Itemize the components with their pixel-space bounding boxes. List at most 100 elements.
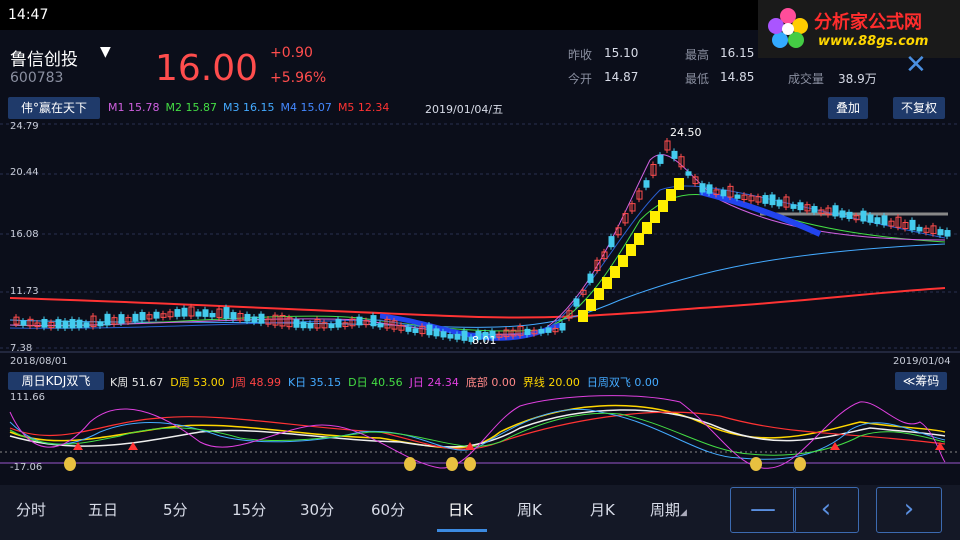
candle-body: [433, 328, 440, 337]
prev-button[interactable]: ‹: [793, 487, 859, 533]
tab-4[interactable]: 30分: [300, 499, 334, 520]
candle-body: [762, 195, 769, 204]
kdj-values-bar: 周日KDJ双飞 K周 51.67 D周 53.00 J周 48.99 K日 35.15…: [0, 372, 960, 390]
candle-body: [202, 309, 209, 317]
ma-value-m2: M2 15.87: [165, 101, 217, 114]
tab-3[interactable]: 15分: [232, 499, 266, 520]
dropdown-triangle-icon[interactable]: ▼: [100, 44, 111, 60]
tab-7[interactable]: 周K: [517, 499, 542, 520]
kdj-markers: [64, 442, 945, 471]
tab-8[interactable]: 月K: [590, 499, 615, 520]
candle-body: [293, 319, 300, 328]
chips-button[interactable]: ≪筹码: [895, 372, 947, 390]
yellow-block: [578, 310, 588, 322]
adjust-button[interactable]: 不复权: [893, 97, 945, 119]
candle-body: [55, 319, 62, 329]
candle-body: [706, 184, 713, 194]
kdj-lines: [0, 395, 960, 469]
volume-label: 成交量: [788, 72, 825, 86]
yellow-block: [674, 178, 684, 190]
candle-body: [335, 318, 342, 328]
tab-6[interactable]: 日K: [448, 499, 473, 520]
active-tab-indicator: [437, 529, 487, 532]
tab-5[interactable]: 60分: [371, 499, 405, 520]
stock-name[interactable]: 鲁信创投: [10, 45, 78, 70]
yellow-block: [594, 288, 604, 300]
kdj-indicator-button[interactable]: 周日KDJ双飞: [8, 372, 104, 390]
candle-body: [769, 194, 776, 206]
yellow-block: [650, 211, 660, 223]
candle-body: [839, 210, 846, 218]
candle-body: [153, 311, 160, 319]
money-bag-icon: [404, 457, 416, 471]
ma-value-m1: M1 15.78: [108, 101, 160, 114]
low-value: 14.85: [720, 70, 755, 84]
candle-body: [83, 322, 90, 328]
candle-body: [209, 312, 216, 318]
x-end-label: 2019/01/04: [893, 356, 951, 367]
moving-average-lines: [9, 154, 946, 341]
money-bag-icon: [64, 457, 76, 471]
y-tick-label: 11.73: [10, 286, 39, 297]
yellow-block: [610, 266, 620, 278]
candle-body: [426, 324, 433, 336]
overlay-button[interactable]: 叠加: [828, 97, 868, 119]
candle-body: [258, 313, 265, 324]
next-button[interactable]: ›: [876, 487, 942, 533]
candle-body: [538, 328, 545, 334]
money-bag-icon: [446, 457, 458, 471]
money-bag-icon: [794, 457, 806, 471]
candle-body: [440, 331, 447, 338]
money-bag-icon: [750, 457, 762, 471]
kdj-chart[interactable]: 111.66 -17.06: [0, 392, 960, 478]
candle-body: [69, 319, 76, 329]
candle-body: [699, 183, 706, 193]
prev-close-label: 昨收: [568, 48, 593, 62]
money-bag-icon: [464, 457, 476, 471]
kdj-item: D日 40.56: [348, 376, 403, 389]
candle-body: [916, 226, 923, 232]
corner-triangle-icon: ◢: [680, 508, 687, 518]
candle-body: [454, 333, 461, 340]
tab-1[interactable]: 五日: [88, 499, 118, 520]
candle-body: [104, 313, 111, 326]
yellow-block: [602, 277, 612, 289]
tab-0[interactable]: 分时: [16, 499, 46, 520]
logo-title: 分析家公式网: [814, 12, 922, 33]
chart-date: 2019/01/04/五: [425, 103, 504, 116]
candlestick-chart[interactable]: 24.79 20.44 16.08 11.73 7.38 2018/08/01 …: [0, 120, 960, 370]
kdj-item: J日 24.34: [409, 376, 459, 389]
k-weekly-line: [9, 409, 946, 448]
stock-code: 600783: [10, 70, 64, 86]
candle-body: [643, 180, 650, 188]
candle-body: [573, 298, 580, 307]
close-icon[interactable]: ✕: [905, 52, 927, 78]
tab-2[interactable]: 5分: [163, 499, 188, 520]
candle-body: [524, 328, 531, 335]
minus-button[interactable]: —: [730, 487, 796, 533]
candle-body: [608, 236, 615, 248]
yellow-block: [634, 233, 644, 245]
yellow-block: [658, 200, 668, 212]
kdj-item: K周 51.67: [110, 376, 164, 389]
candle-body: [118, 314, 125, 324]
y-tick-label: 20.44: [10, 167, 39, 178]
indicator-selector-button[interactable]: 伟°赢在天下: [8, 97, 100, 119]
candle-body: [20, 320, 27, 326]
candle-body: [832, 205, 839, 217]
candle-body: [881, 215, 888, 226]
candle-body: [720, 189, 727, 197]
kdj-y-top: 111.66: [10, 392, 45, 403]
price-change-percent: +5.96%: [270, 70, 327, 86]
candle-body: [937, 229, 944, 236]
tab-9[interactable]: 周期◢: [650, 499, 687, 520]
ma1-line: [9, 154, 946, 336]
candle-body: [356, 316, 363, 326]
j-daily-line: [9, 395, 946, 469]
kdj-item: 界线 20.00: [522, 376, 580, 389]
candle-body: [447, 334, 454, 339]
ma-value-m3: M3 16.15: [222, 101, 275, 114]
kdj-items: K周 51.67 D周 53.00 J周 48.99 K日 35.15 D日 40.56…: [110, 374, 666, 390]
price-change: +0.90: [270, 45, 313, 61]
candle-body: [307, 322, 314, 329]
